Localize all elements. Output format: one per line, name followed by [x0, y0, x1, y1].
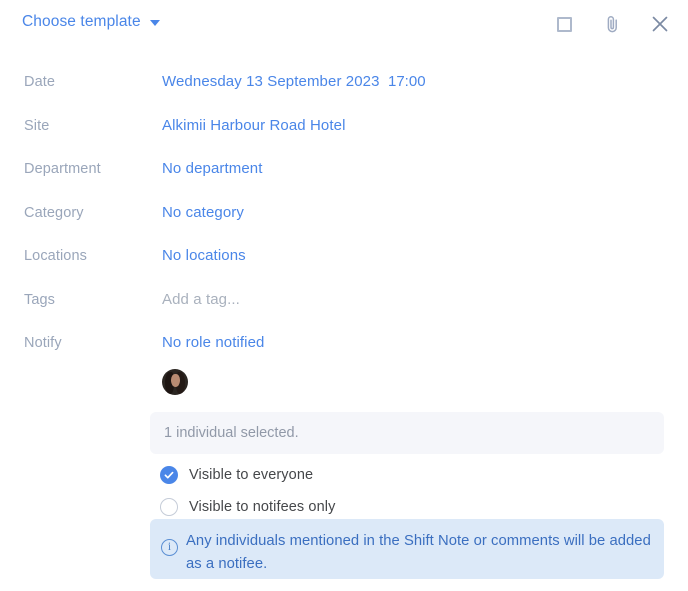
choose-template-dropdown[interactable]: Choose template	[22, 13, 160, 31]
field-row-locations: Locations No locations	[0, 246, 688, 290]
expand-square-icon	[556, 16, 572, 32]
field-label-locations: Locations	[24, 248, 87, 264]
info-icon: i	[161, 539, 178, 556]
close-button[interactable]	[644, 8, 676, 40]
field-label-site: Site	[24, 117, 50, 134]
close-icon	[652, 16, 668, 32]
field-list: Date Wednesday 13 September 2023 17:00 S…	[0, 72, 688, 377]
dialog-header: Choose template	[0, 0, 688, 50]
radio-label-visible-to-notifees-only: Visible to notifees only	[189, 499, 336, 515]
radio-selected-icon	[160, 466, 178, 484]
selected-individuals-summary: 1 individual selected.	[164, 425, 299, 441]
chevron-down-icon	[149, 20, 160, 26]
shift-note-dialog: Choose template Date Wednesday 13 Septem…	[0, 0, 688, 591]
selected-individuals-box[interactable]: 1 individual selected.	[150, 412, 664, 454]
info-banner: i Any individuals mentioned in the Shift…	[150, 519, 664, 579]
field-label-date: Date	[24, 74, 56, 90]
field-row-department: Department No department	[0, 159, 688, 203]
choose-template-label: Choose template	[22, 13, 141, 30]
field-value-department[interactable]: No department	[162, 160, 263, 177]
field-label-notify: Notify	[24, 335, 62, 351]
expand-square-button[interactable]	[548, 8, 580, 40]
radio-visible-to-everyone[interactable]: Visible to everyone	[160, 459, 335, 491]
field-label-category: Category	[24, 204, 84, 221]
field-row-site: Site Alkimii Harbour Road Hotel	[0, 116, 688, 160]
avatar-face	[171, 374, 180, 387]
tag-input[interactable]: Add a tag...	[162, 291, 240, 308]
field-value-locations[interactable]: No locations	[162, 247, 246, 264]
attachment-button[interactable]	[596, 8, 628, 40]
field-label-tags: Tags	[24, 291, 56, 308]
field-value-category[interactable]: No category	[162, 204, 244, 221]
radio-label-visible-to-everyone: Visible to everyone	[189, 467, 314, 483]
field-value-time[interactable]: 17:00	[388, 73, 426, 90]
field-value-date[interactable]: Wednesday 13 September 2023	[162, 73, 380, 90]
field-row-tags: Tags Add a tag...	[0, 290, 688, 334]
info-banner-text: Any individuals mentioned in the Shift N…	[186, 533, 651, 572]
field-value-notify[interactable]: No role notified	[162, 334, 265, 351]
header-actions	[548, 8, 676, 40]
field-row-category: Category No category	[0, 203, 688, 247]
visibility-options: Visible to everyone Visible to notifees …	[160, 459, 335, 523]
radio-unselected-icon	[160, 498, 178, 516]
field-label-department: Department	[24, 161, 101, 177]
attachment-icon	[607, 15, 617, 32]
field-row-date: Date Wednesday 13 September 2023 17:00	[0, 72, 688, 116]
field-value-site[interactable]: Alkimii Harbour Road Hotel	[162, 117, 346, 134]
field-row-notify: Notify No role notified	[0, 333, 688, 377]
notified-individuals-avatars	[162, 369, 188, 395]
avatar[interactable]	[162, 369, 188, 395]
